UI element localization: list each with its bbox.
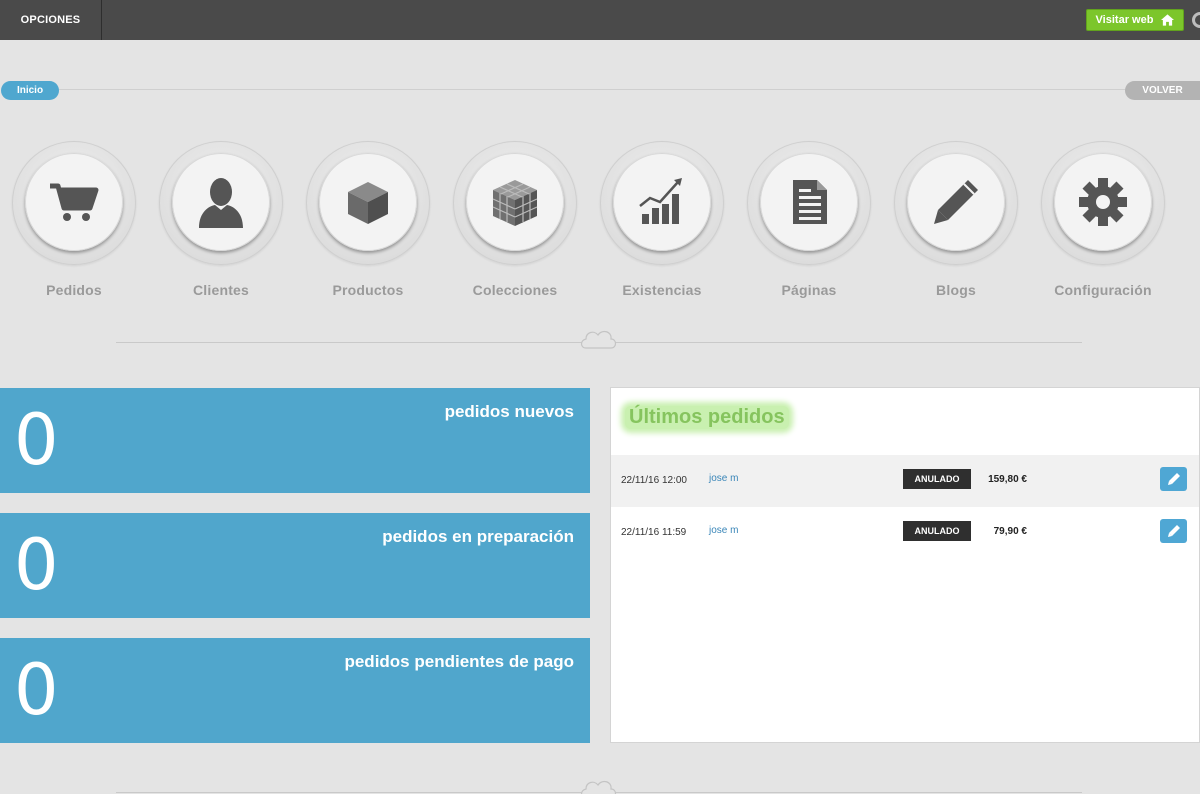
nav-label: Existencias — [622, 282, 702, 298]
nav-disc — [760, 153, 858, 251]
stat-label: pedidos pendientes de pago — [344, 652, 574, 671]
nav-label: Productos — [332, 282, 404, 298]
order-row: 22/11/16 11:59 jose m ANULADO 79,90 € — [611, 507, 1199, 559]
nav-item-existencias[interactable]: Existencias — [600, 141, 724, 306]
stat-orders-pending-payment[interactable]: 0 pedidos pendientes de pago — [0, 638, 590, 743]
user-icon — [199, 178, 243, 228]
cart-icon — [50, 183, 99, 221]
nav-disc — [1054, 153, 1152, 251]
nav-label: Clientes — [192, 282, 250, 298]
order-date: 22/11/16 12:00 — [621, 475, 687, 486]
nav-disc — [613, 153, 711, 251]
nav-disc — [25, 153, 123, 251]
visit-web-label: Visitar web — [1095, 14, 1154, 26]
stat-value: 0 — [14, 524, 59, 606]
back-button[interactable]: VOLVER — [1125, 81, 1200, 100]
stat-new-orders[interactable]: 0 pedidos nuevos — [0, 388, 590, 493]
chart-icon — [639, 178, 682, 224]
nav-disc — [319, 153, 417, 251]
stat-value: 0 — [14, 399, 59, 481]
stat-value: 0 — [14, 649, 59, 731]
stat-orders-in-preparation[interactable]: 0 pedidos en preparación — [0, 513, 590, 618]
pencil-icon — [934, 180, 978, 224]
order-date: 22/11/16 11:59 — [621, 527, 687, 538]
order-status-badge: ANULADO — [903, 469, 971, 489]
nav-label: Colecciones — [472, 282, 558, 298]
breadcrumb-home[interactable]: Inicio — [1, 81, 59, 100]
pencil-icon — [1167, 525, 1180, 537]
stat-label: pedidos en preparación — [382, 527, 574, 546]
edit-order-button[interactable] — [1160, 467, 1187, 491]
nav-item-colecciones[interactable]: Colecciones — [453, 141, 577, 306]
nav-label: Pedidos — [46, 282, 102, 298]
opciones-menu-button[interactable]: OPCIONES — [0, 0, 102, 40]
nav-item-paginas[interactable]: Páginas — [747, 141, 871, 306]
nav-item-productos[interactable]: Productos — [306, 141, 430, 306]
nav-label: Blogs — [936, 282, 976, 298]
nav-item-pedidos[interactable]: Pedidos — [12, 141, 136, 306]
nav-disc — [172, 153, 270, 251]
order-customer-link[interactable]: jose m — [709, 473, 738, 484]
stat-label: pedidos nuevos — [444, 402, 574, 421]
visit-web-button[interactable]: Visitar web — [1086, 9, 1184, 31]
edit-order-button[interactable] — [1160, 519, 1187, 543]
pencil-icon — [1167, 473, 1180, 485]
cloud-icon — [580, 330, 617, 349]
nav-item-blogs[interactable]: Blogs — [894, 141, 1018, 306]
nav-label: Configuración — [1054, 282, 1152, 298]
nav-item-configuracion[interactable]: Configuración — [1041, 141, 1165, 306]
cloud-icon — [580, 780, 617, 794]
nav-disc — [907, 153, 1005, 251]
latest-orders-title: Últimos pedidos — [625, 406, 789, 429]
breadcrumb-line — [40, 89, 1140, 90]
order-customer-link[interactable]: jose m — [709, 525, 738, 536]
document-icon — [793, 180, 827, 224]
cubes-icon — [492, 180, 538, 226]
gear-icon — [1079, 178, 1127, 226]
home-icon — [1161, 14, 1175, 26]
nav-disc — [466, 153, 564, 251]
nav-label: Páginas — [781, 282, 837, 298]
order-row: 22/11/16 12:00 jose m ANULADO 159,80 € — [611, 455, 1199, 507]
user-menu-icon[interactable] — [1192, 12, 1200, 28]
latest-orders-panel: Últimos pedidos 22/11/16 12:00 jose m AN… — [610, 387, 1200, 743]
top-bar: OPCIONES Visitar web — [0, 0, 1200, 40]
order-total: 79,90 € — [993, 526, 1027, 537]
cube-icon — [348, 182, 388, 224]
nav-item-clientes[interactable]: Clientes — [159, 141, 283, 306]
order-status-badge: ANULADO — [903, 521, 971, 541]
order-total: 159,80 € — [988, 474, 1027, 485]
